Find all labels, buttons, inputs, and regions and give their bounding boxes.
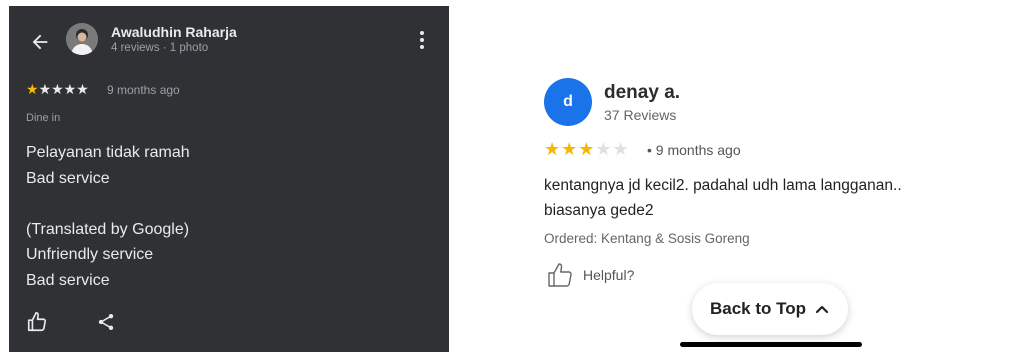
left-review-panel: Awaludhin Raharja 4 reviews · 1 photo ★★… [9,6,449,352]
review-line: Bad service [26,271,110,289]
review-line [26,191,190,217]
chevron-up-icon [815,305,829,314]
review-line: Unfriendly service [26,246,154,263]
star-rating: ★★★★★ [26,81,89,98]
reviewer-name[interactable]: Awaludhin Raharja [111,24,237,40]
avatar-photo [66,23,98,55]
star-icon-filled: ★★★ [544,139,596,159]
share-icon[interactable] [96,311,116,333]
reviewer-meta: 4 reviews · 1 photo [111,42,209,54]
review-line: kentangnya jd kecil2. padahal udh lama l… [544,177,902,194]
dine-type: Dine in [26,112,61,124]
thumbs-up-icon[interactable] [26,311,48,333]
back-to-top-label: Back to Top [709,299,807,318]
review-line: Bad service [26,169,110,187]
star-icon-filled: ★ [26,81,39,97]
star-icon: ★★★★ [38,81,89,97]
review-line: Pelayanan tidak ramah [26,144,190,161]
helpful-label[interactable]: Helpful? [583,267,634,283]
ordered-items: Ordered: Kentang & Sosis Goreng [544,231,750,246]
more-vert-icon[interactable] [419,31,425,51]
review-time: 9 months ago [107,83,180,97]
star-icon-empty: ★★ [595,139,630,159]
reviewer-name[interactable]: denay a. [604,82,680,104]
review-time: • 9 months ago [647,142,741,158]
right-review-panel: d denay a. 37 Reviews ★★★★★ • 9 months a… [520,60,1000,354]
avatar[interactable]: d [544,78,592,126]
back-to-top-button[interactable]: Back to Top [692,283,848,335]
reviewer-meta: 37 Reviews [604,107,677,123]
avatar[interactable] [66,23,98,55]
review-text: kentangnya jd kecil2. padahal udh lama l… [544,173,984,223]
home-indicator[interactable] [680,342,862,347]
review-line: (Translated by Google) [26,220,190,238]
star-rating: ★★★★★ [544,139,630,160]
review-line: biasanya gede2 [544,202,654,219]
thumbs-up-outline-icon[interactable] [546,261,574,289]
review-text: Pelayanan tidak ramah Bad service (Trans… [26,140,190,293]
back-arrow-icon[interactable] [29,31,51,53]
